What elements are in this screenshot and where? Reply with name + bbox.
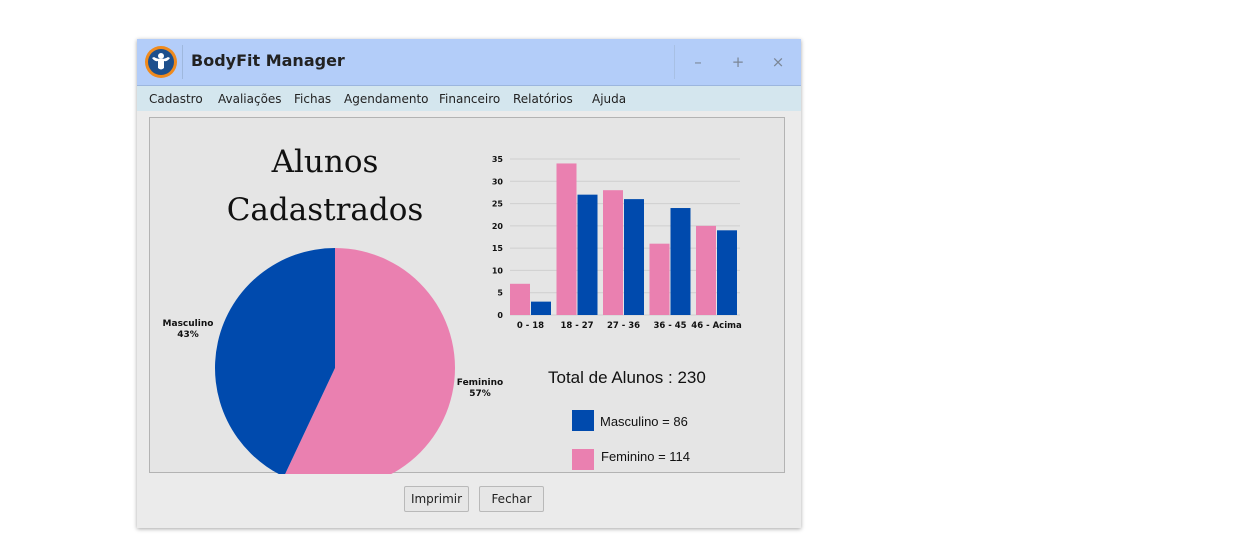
total-students: Total de Alunos : 230 xyxy=(548,368,706,387)
y-tick-label: 35 xyxy=(492,155,504,164)
y-tick-label: 0 xyxy=(497,311,503,320)
menu-relatorios[interactable]: Relatórios xyxy=(513,92,573,106)
bar-feminino-1 xyxy=(556,163,577,315)
y-tick-label: 15 xyxy=(492,244,504,253)
legend-swatch-feminino xyxy=(572,449,594,470)
bar-feminino-2 xyxy=(603,190,623,315)
app-logo-icon xyxy=(145,46,177,78)
title-separator xyxy=(182,45,183,79)
y-tick-label: 20 xyxy=(492,222,504,231)
y-tick-label: 30 xyxy=(492,177,504,186)
x-tick-label: 18 - 27 xyxy=(560,321,593,331)
bar-chart: 0 5 10 15 20 25 30 35 0 - 18 18 - 27 27 - 36 36 - 4… xyxy=(492,155,742,331)
menu-cadastro[interactable]: Cadastro xyxy=(149,92,203,106)
bar-feminino-4 xyxy=(696,225,716,315)
bar-masculino-3 xyxy=(670,208,691,315)
title-bar: BodyFit Manager – + × xyxy=(137,39,801,86)
bar-masculino-1 xyxy=(577,194,598,315)
menu-avaliacoes[interactable]: Avaliações xyxy=(218,92,282,106)
print-button[interactable]: Imprimir xyxy=(404,486,469,512)
bar-masculino-0 xyxy=(531,301,551,315)
menu-financeiro[interactable]: Financeiro xyxy=(439,92,500,106)
close-button[interactable]: × xyxy=(766,50,790,74)
x-tick-label: 46 - Acima xyxy=(691,321,742,331)
y-tick-label: 25 xyxy=(492,200,504,209)
report-panel: Alunos Cadastrados Masculino 43% Feminin… xyxy=(149,117,785,474)
minimize-button[interactable]: – xyxy=(686,50,710,74)
close-report-button[interactable]: Fechar xyxy=(479,486,544,512)
bar-masculino-2 xyxy=(624,199,644,315)
y-tick-label: 10 xyxy=(492,266,504,275)
menu-fichas[interactable]: Fichas xyxy=(294,92,331,106)
x-tick-label: 0 - 18 xyxy=(517,321,544,331)
legend-label-feminino: Feminino = 114 xyxy=(601,449,691,464)
bar-feminino-0 xyxy=(510,283,530,315)
title-separator xyxy=(674,45,675,79)
x-tick-label: 27 - 36 xyxy=(607,321,640,331)
y-tick-label: 5 xyxy=(497,289,503,298)
legend-label-masculino: Masculino = 86 xyxy=(600,414,688,429)
bar-masculino-4 xyxy=(717,230,737,315)
menu-agendamento[interactable]: Agendamento xyxy=(344,92,429,106)
window-title: BodyFit Manager xyxy=(191,51,345,70)
x-tick-label: 36 - 45 xyxy=(653,321,686,331)
app-window: BodyFit Manager – + × Cadastro Avaliaçõe… xyxy=(137,39,801,528)
menu-ajuda[interactable]: Ajuda xyxy=(592,92,626,106)
menu-bar: Cadastro Avaliações Fichas Agendamento F… xyxy=(137,86,801,111)
maximize-button[interactable]: + xyxy=(726,50,750,74)
bar-feminino-3 xyxy=(649,243,670,315)
legend-swatch-masculino xyxy=(572,410,594,431)
